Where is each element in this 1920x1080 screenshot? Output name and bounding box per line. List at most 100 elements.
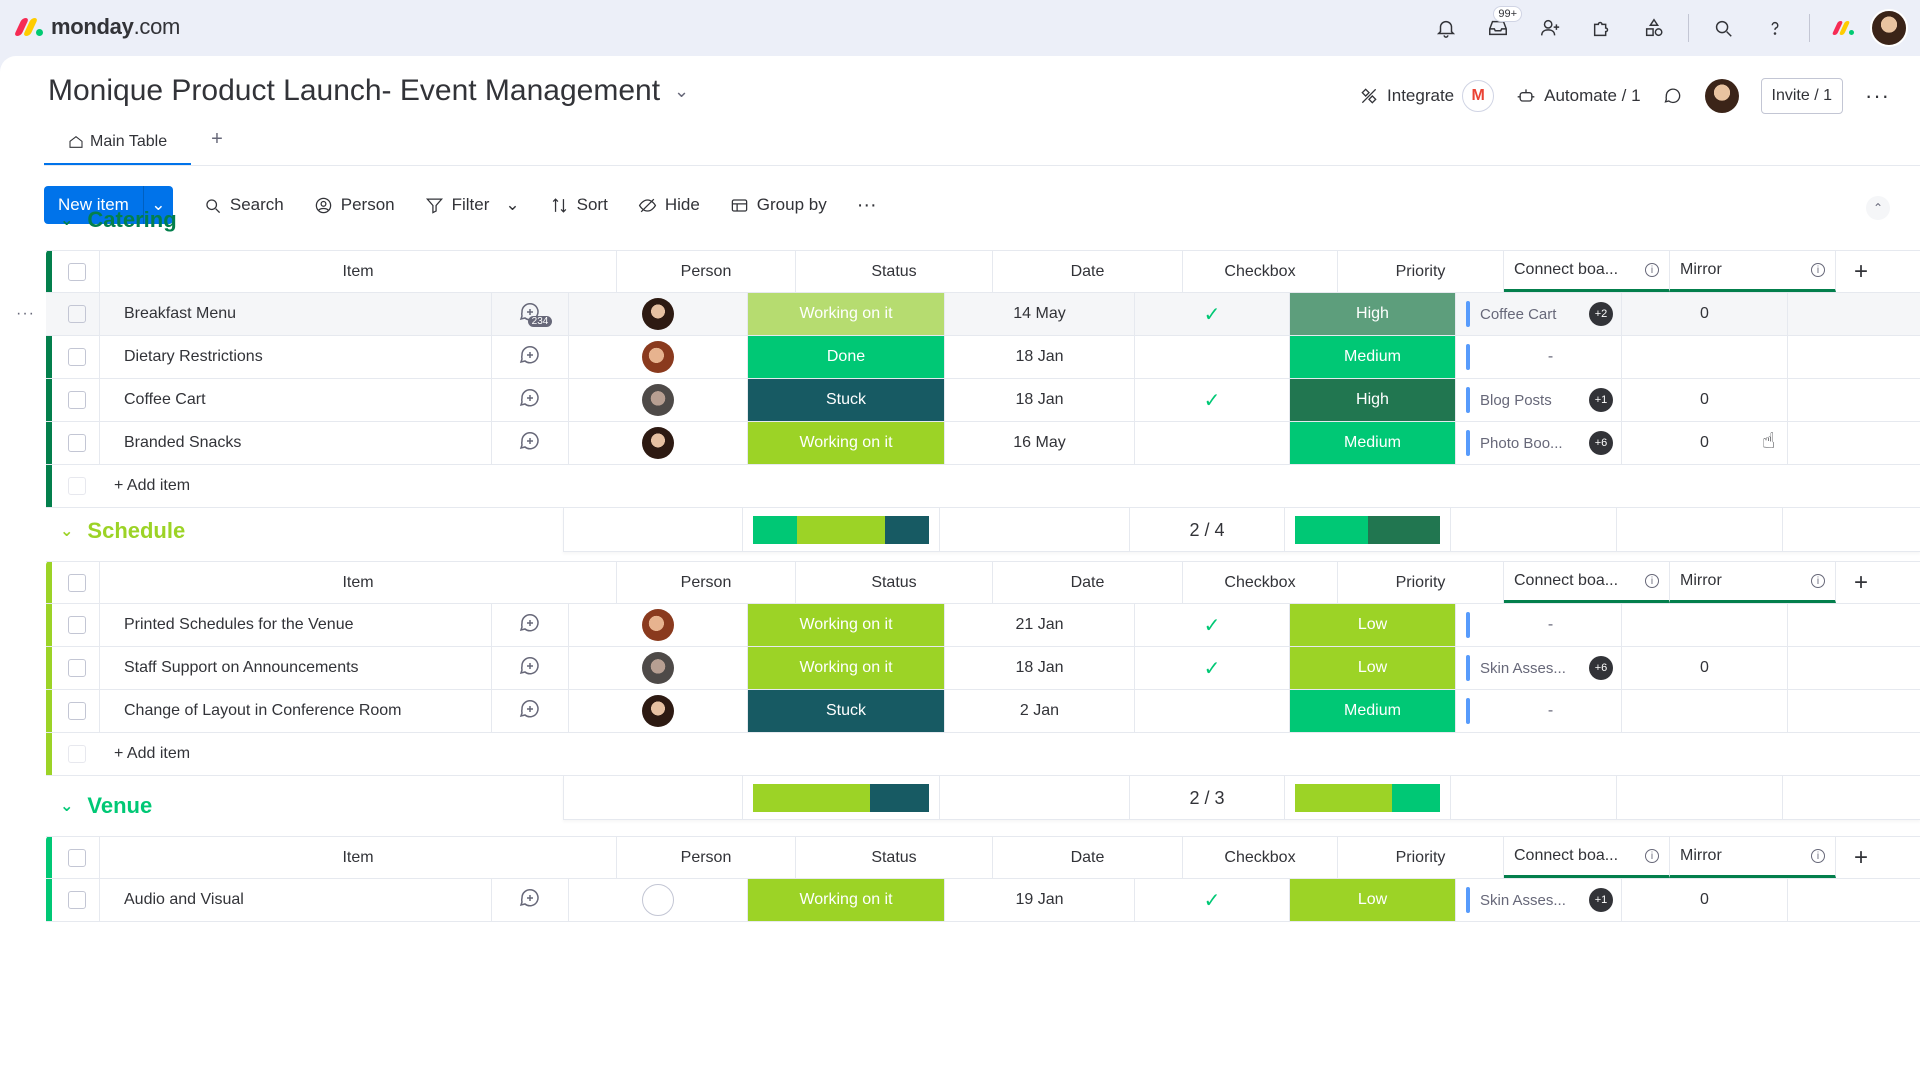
row-checkbox[interactable] xyxy=(54,422,100,464)
connected-item-name[interactable]: Coffee Cart xyxy=(1480,306,1589,323)
priority-label[interactable]: Low xyxy=(1290,879,1455,921)
board-title[interactable]: Monique Product Launch- Event Management… xyxy=(48,74,689,108)
priority-label[interactable]: Low xyxy=(1290,604,1455,646)
connected-more-badge[interactable]: +1 xyxy=(1589,388,1613,412)
person-avatar[interactable] xyxy=(642,695,674,727)
priority-cell[interactable]: Medium xyxy=(1290,422,1456,464)
priority-cell[interactable]: High xyxy=(1290,293,1456,335)
more-options-icon[interactable]: ··· xyxy=(1865,83,1890,109)
checkbox-icon[interactable] xyxy=(67,434,86,452)
checkbox-icon[interactable] xyxy=(67,891,86,909)
group-title-text[interactable]: Schedule xyxy=(87,518,185,544)
person-avatar[interactable] xyxy=(642,609,674,641)
chevron-down-icon[interactable]: ⌄ xyxy=(674,81,689,102)
item-name[interactable]: Printed Schedules for the Venue xyxy=(100,604,492,646)
person-avatar[interactable] xyxy=(642,427,674,459)
column-header-mirror[interactable]: Mirror i xyxy=(1670,251,1836,292)
priority-cell[interactable]: Low xyxy=(1290,647,1456,689)
item-name[interactable]: Audio and Visual xyxy=(100,879,492,921)
connect-boards-cell[interactable]: Skin Asses... +6 xyxy=(1456,647,1622,689)
row-checkbox[interactable] xyxy=(54,690,100,732)
row-checkbox[interactable] xyxy=(54,647,100,689)
person-cell[interactable] xyxy=(569,604,748,646)
checkbox-cell[interactable]: ✓ xyxy=(1135,293,1290,335)
info-icon[interactable]: i xyxy=(1811,849,1825,863)
priority-label[interactable]: High xyxy=(1290,293,1455,335)
add-item-button[interactable]: + Add item xyxy=(100,465,492,507)
table-row[interactable]: Staff Support on Announcements Working on… xyxy=(46,647,1920,690)
add-column-button[interactable]: + xyxy=(1836,251,1886,292)
checkbox-icon[interactable] xyxy=(67,305,86,323)
conversation-icon[interactable] xyxy=(518,343,542,372)
chevron-down-icon[interactable]: ⌄ xyxy=(60,521,73,541)
info-icon[interactable]: i xyxy=(1645,263,1659,277)
column-header-checkbox[interactable]: Checkbox xyxy=(1183,251,1338,292)
add-update-button[interactable]: 234 xyxy=(492,293,569,335)
inbox-icon[interactable]: 99+ xyxy=(1472,6,1524,48)
column-header-item[interactable]: Item xyxy=(100,251,617,292)
column-header-status[interactable]: Status xyxy=(796,251,993,292)
checkbox-cell[interactable]: ✓ xyxy=(1135,647,1290,689)
checkbox-icon[interactable] xyxy=(67,659,86,677)
status-label[interactable]: Stuck xyxy=(748,379,944,421)
item-name[interactable]: Coffee Cart xyxy=(100,379,492,421)
person-cell[interactable] xyxy=(569,879,748,921)
add-update-button[interactable] xyxy=(492,336,569,378)
priority-label[interactable]: High xyxy=(1290,379,1455,421)
person-avatar[interactable] xyxy=(642,384,674,416)
checkbox-cell[interactable]: ✓ xyxy=(1135,879,1290,921)
connect-boards-cell[interactable]: - xyxy=(1456,336,1622,378)
status-label[interactable]: Stuck xyxy=(748,690,944,732)
person-cell[interactable] xyxy=(569,336,748,378)
priority-label[interactable]: Medium xyxy=(1290,690,1455,732)
checkbox-icon[interactable] xyxy=(67,848,86,867)
add-update-button[interactable] xyxy=(492,647,569,689)
status-cell[interactable]: Working on it xyxy=(748,647,945,689)
select-all-checkbox[interactable] xyxy=(54,562,100,603)
status-label[interactable]: Working on it xyxy=(748,293,944,335)
group-header[interactable]: ⌄ Catering xyxy=(46,200,1920,240)
table-row[interactable]: Audio and Visual Working on it 19 Jan ✓ Low S… xyxy=(46,879,1920,922)
add-update-button[interactable] xyxy=(492,422,569,464)
connected-more-badge[interactable]: +6 xyxy=(1589,431,1613,455)
row-checkbox[interactable] xyxy=(54,293,100,335)
info-icon[interactable]: i xyxy=(1645,574,1659,588)
connected-item-name[interactable]: Skin Asses... xyxy=(1480,660,1589,677)
group-header[interactable]: ⌄ Schedule xyxy=(46,511,1920,551)
automate-button[interactable]: Automate / 1 xyxy=(1516,86,1641,106)
status-cell[interactable]: Working on it xyxy=(748,422,945,464)
person-cell[interactable] xyxy=(569,422,748,464)
connected-more-badge[interactable]: +1 xyxy=(1589,888,1613,912)
row-checkbox[interactable] xyxy=(54,604,100,646)
add-column-button[interactable]: + xyxy=(1836,837,1886,878)
person-avatar[interactable] xyxy=(642,652,674,684)
checkbox-cell[interactable] xyxy=(1135,690,1290,732)
connected-more-badge[interactable]: +2 xyxy=(1589,302,1613,326)
priority-cell[interactable]: Low xyxy=(1290,879,1456,921)
column-header-item[interactable]: Item xyxy=(100,562,617,603)
connect-boards-cell[interactable]: - xyxy=(1456,690,1622,732)
checkbox-icon[interactable] xyxy=(67,348,86,366)
date-cell[interactable]: 19 Jan xyxy=(945,879,1135,921)
invite-button[interactable]: Invite / 1 xyxy=(1760,78,1844,114)
chevron-down-icon[interactable]: ⌄ xyxy=(60,210,73,230)
column-header-checkbox[interactable]: Checkbox xyxy=(1183,562,1338,603)
column-header-priority[interactable]: Priority xyxy=(1338,251,1504,292)
group-header[interactable]: ⌄ Venue xyxy=(46,786,1920,826)
date-cell[interactable]: 18 Jan xyxy=(945,647,1135,689)
column-header-connect[interactable]: Connect boa... i xyxy=(1504,837,1670,878)
add-update-button[interactable] xyxy=(492,690,569,732)
column-header-priority[interactable]: Priority xyxy=(1338,837,1504,878)
status-label[interactable]: Working on it xyxy=(748,647,944,689)
status-cell[interactable]: Working on it xyxy=(748,879,945,921)
conversation-icon[interactable] xyxy=(518,429,542,458)
connected-more-badge[interactable]: +6 xyxy=(1589,656,1613,680)
checkbox-cell[interactable] xyxy=(1135,336,1290,378)
connect-boards-cell[interactable]: - xyxy=(1456,604,1622,646)
table-row[interactable]: Dietary Restrictions Done 18 Jan Medium - xyxy=(46,336,1920,379)
group-title-text[interactable]: Catering xyxy=(87,207,176,233)
connect-boards-cell[interactable]: Photo Boo... +6 xyxy=(1456,422,1622,464)
add-update-button[interactable] xyxy=(492,604,569,646)
status-label[interactable]: Working on it xyxy=(748,604,944,646)
item-name[interactable]: Branded Snacks xyxy=(100,422,492,464)
